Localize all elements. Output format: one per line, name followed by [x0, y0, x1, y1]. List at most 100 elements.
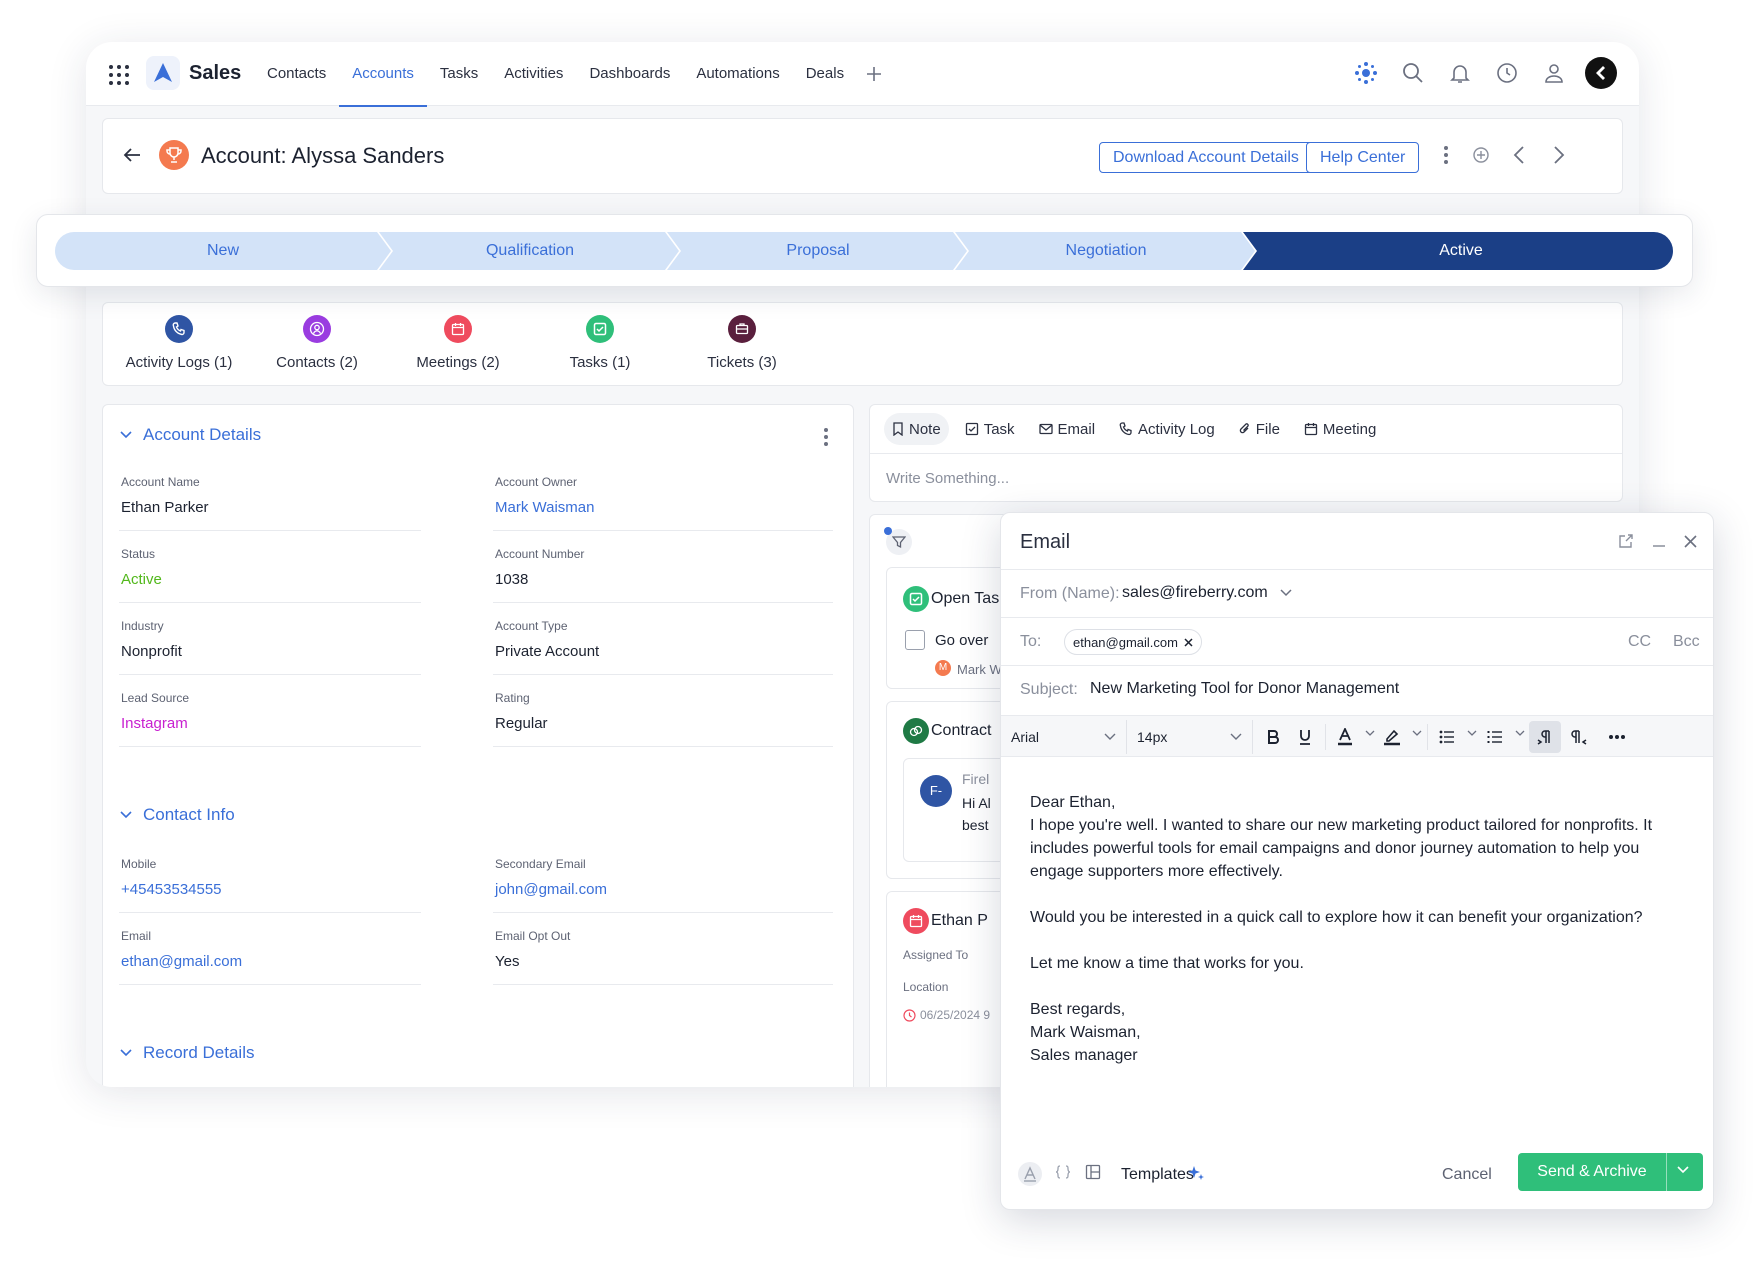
more-horizontal-icon[interactable] — [1601, 721, 1633, 753]
divider — [1666, 1153, 1667, 1191]
close-icon[interactable] — [1684, 534, 1697, 548]
pop-out-icon[interactable] — [1618, 533, 1634, 549]
email-compose-modal: Email From (Name): sales@fireberry.com T… — [1000, 512, 1714, 1210]
tab-contacts[interactable]: Contacts (2) — [255, 315, 379, 371]
bcc-button[interactable]: Bcc — [1673, 633, 1700, 651]
task-checkbox[interactable] — [905, 630, 925, 650]
top-nav-bar: Sales Contacts Accounts Tasks Activities… — [86, 42, 1639, 107]
nav-dashboards[interactable]: Dashboards — [576, 42, 683, 106]
previous-record-icon[interactable] — [1513, 145, 1525, 165]
formatting-toolbar: Arial 14px — [1001, 715, 1713, 757]
tab-meetings[interactable]: Meetings (2) — [393, 315, 523, 371]
tab-activity-logs[interactable]: Activity Logs (1) — [115, 315, 243, 371]
composer-tab-note[interactable]: Note — [884, 413, 949, 445]
stage-qualification[interactable]: Qualification — [385, 232, 675, 270]
back-arrow-icon[interactable] — [123, 147, 141, 163]
more-vertical-icon[interactable] — [823, 427, 829, 447]
ai-sparkle-icon[interactable] — [1187, 1164, 1205, 1182]
chevron-down-icon[interactable] — [1365, 730, 1375, 737]
bookmark-icon — [893, 422, 903, 436]
subject-input[interactable]: New Marketing Tool for Donor Management — [1090, 680, 1399, 698]
composer-tab-file[interactable]: File — [1231, 413, 1288, 445]
composer-tab-email[interactable]: Email — [1031, 413, 1104, 445]
stage-active[interactable]: Active — [1251, 232, 1671, 270]
record-details-header[interactable]: Record Details — [119, 1043, 255, 1063]
nav-automations[interactable]: Automations — [683, 42, 792, 106]
chevron-down-icon[interactable] — [1515, 730, 1525, 737]
code-braces-icon[interactable] — [1055, 1164, 1071, 1180]
stage-new[interactable]: New — [55, 232, 391, 270]
more-vertical-icon[interactable] — [1443, 145, 1449, 165]
minimize-icon[interactable] — [1652, 534, 1666, 548]
stage-proposal[interactable]: Proposal — [673, 232, 963, 270]
filter-active-dot — [884, 527, 892, 535]
account-header: Account: Alyssa Sanders Download Account… — [102, 118, 1623, 194]
filter-icon[interactable] — [884, 527, 912, 555]
activity-composer: Note Task Email Activity Log File Meetin… — [869, 404, 1623, 502]
templates-icon[interactable] — [1085, 1164, 1101, 1180]
chevron-down-icon[interactable] — [1412, 730, 1422, 737]
clock-icon — [903, 1008, 916, 1022]
download-account-button[interactable]: Download Account Details — [1099, 142, 1313, 173]
meeting-date: 06/25/2024 9 — [903, 1008, 990, 1022]
contact-info-header[interactable]: Contact Info — [119, 805, 235, 825]
nav-deals[interactable]: Deals — [793, 42, 857, 106]
top-icons — [1350, 56, 1617, 90]
font-family-select[interactable]: Arial — [1001, 720, 1127, 754]
note-input[interactable]: Write Something... — [886, 470, 1009, 487]
composer-tab-activity-log[interactable]: Activity Log — [1111, 413, 1223, 445]
field-secondary-email: Secondary Email john@gmail.com — [493, 849, 833, 913]
underline-icon[interactable] — [1289, 721, 1321, 753]
app-launcher-icon[interactable] — [108, 64, 130, 86]
composer-tab-task[interactable]: Task — [957, 413, 1023, 445]
nav-tasks[interactable]: Tasks — [427, 42, 491, 106]
remove-chip-icon[interactable] — [1184, 637, 1193, 647]
calendar-icon — [444, 315, 472, 343]
add-tab-icon[interactable] — [857, 42, 891, 106]
clock-icon[interactable] — [1491, 56, 1523, 90]
nav-activities[interactable]: Activities — [491, 42, 576, 106]
field-mobile: Mobile +45453534555 — [119, 849, 421, 913]
profile-avatar[interactable] — [1585, 57, 1617, 89]
page-title: Account: Alyssa Sanders — [201, 143, 445, 168]
ai-sparkle-icon[interactable] — [1350, 56, 1382, 90]
email-body-editor[interactable]: Dear Ethan, I hope you're well. I wanted… — [1030, 791, 1680, 1067]
text-color-icon[interactable] — [1329, 721, 1361, 753]
related-tabs: Activity Logs (1) Contacts (2) Meetings … — [102, 302, 1623, 386]
tab-tickets[interactable]: Tickets (3) — [685, 315, 799, 371]
chevron-down-icon[interactable] — [1279, 588, 1293, 598]
cancel-button[interactable]: Cancel — [1442, 1166, 1492, 1184]
ltr-direction-icon[interactable] — [1529, 721, 1561, 753]
help-center-button[interactable]: Help Center — [1306, 142, 1420, 173]
templates-button[interactable]: Templates — [1121, 1166, 1194, 1184]
stage-negotiation[interactable]: Negotiation — [961, 232, 1251, 270]
text-format-icon[interactable] — [1017, 1161, 1043, 1187]
send-archive-button[interactable]: Send & Archive — [1518, 1153, 1703, 1191]
from-select[interactable]: sales@fireberry.com — [1122, 584, 1268, 602]
trophy-icon — [159, 140, 189, 170]
field-account-name: Account Name Ethan Parker — [119, 467, 421, 531]
recipient-chip[interactable]: ethan@gmail.com — [1064, 629, 1202, 655]
user-icon[interactable] — [1538, 56, 1570, 90]
font-size-select[interactable]: 14px — [1127, 720, 1253, 754]
cc-button[interactable]: CC — [1628, 633, 1651, 651]
field-account-type: Account Type Private Account — [493, 611, 833, 675]
bold-icon[interactable] — [1257, 721, 1289, 753]
nav-accounts[interactable]: Accounts — [339, 42, 427, 107]
highlight-icon[interactable] — [1376, 721, 1408, 753]
next-record-icon[interactable] — [1553, 145, 1565, 165]
account-details-header[interactable]: Account Details — [119, 425, 261, 445]
nav-contacts[interactable]: Contacts — [254, 42, 339, 106]
chevron-down-icon[interactable] — [1676, 1165, 1690, 1175]
bullet-list-icon[interactable] — [1431, 721, 1463, 753]
tab-tasks[interactable]: Tasks (1) — [543, 315, 657, 371]
add-circle-icon[interactable] — [1471, 145, 1491, 165]
rtl-direction-icon[interactable] — [1563, 721, 1595, 753]
numbered-list-icon[interactable] — [1479, 721, 1511, 753]
search-icon[interactable] — [1397, 56, 1429, 90]
bell-icon[interactable] — [1444, 56, 1476, 90]
chevron-down-icon — [120, 811, 132, 819]
composer-tab-meeting[interactable]: Meeting — [1296, 413, 1384, 445]
contact-icon — [303, 315, 331, 343]
chevron-down-icon[interactable] — [1467, 730, 1477, 737]
